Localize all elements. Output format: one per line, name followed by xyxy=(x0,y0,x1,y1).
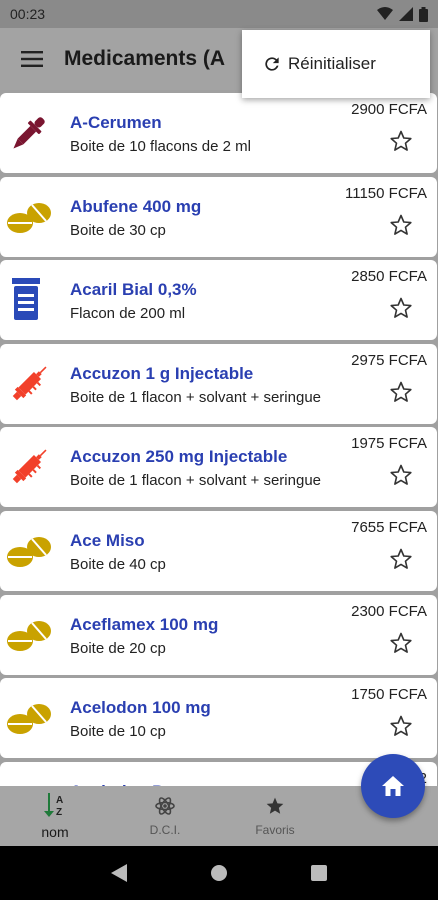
reset-menu-item[interactable]: Réinitialiser xyxy=(242,30,430,98)
hamburger-icon xyxy=(21,51,43,67)
item-price: 2300 FCFA xyxy=(351,602,427,620)
molecule-icon xyxy=(155,796,175,821)
svg-text:Z: Z xyxy=(56,807,62,817)
item-description: Flacon de 200 ml xyxy=(70,305,186,323)
status-icons xyxy=(377,6,428,22)
medication-list[interactable]: A-Cerumen Boite de 10 flacons de 2 ml 2900… xyxy=(0,90,438,786)
syringe-icon xyxy=(6,362,52,406)
list-item[interactable]: Ace Miso Boite de 40 cp 7655 FCFA xyxy=(0,511,437,591)
syringe-icon xyxy=(6,445,52,489)
home-button-icon[interactable] xyxy=(210,864,228,882)
pills-icon xyxy=(6,195,52,239)
item-description: Boite de 10 flacons de 2 ml xyxy=(70,138,251,155)
item-price: 1750 FCFA xyxy=(351,686,427,704)
system-nav-bar xyxy=(0,846,438,900)
list-item[interactable]: Aceflamex 100 mg Boite de 20 cp 2300 FCFA xyxy=(0,594,437,675)
status-time: 00:23 xyxy=(10,6,46,22)
list-item[interactable]: Acaril Bial 0,3% Flacon de 200 ml 2850 FCF… xyxy=(0,260,437,341)
sort-az-icon: AZ xyxy=(42,792,68,822)
favorite-star-icon[interactable] xyxy=(389,631,413,655)
item-description: Boite de 10 cp xyxy=(70,723,166,741)
item-price: 2900 FCFA xyxy=(351,101,427,118)
item-name: Ace Miso xyxy=(70,531,145,550)
pills-icon xyxy=(6,613,52,657)
favorite-star-icon[interactable] xyxy=(389,129,413,153)
item-name: Accuzon 250 mg Injectable xyxy=(70,447,288,467)
pills-icon xyxy=(6,529,52,573)
wifi-icon xyxy=(377,7,393,20)
item-description: Boite de 1 flacon + solvant + seringue xyxy=(70,388,322,406)
list-item[interactable]: Acelodon 100 mg Boite de 10 cp 1750 FCFA xyxy=(0,678,437,759)
favorite-star-icon[interactable] xyxy=(389,463,413,487)
item-price: 11150 FCFA xyxy=(345,184,427,202)
star-icon xyxy=(265,796,285,821)
item-name: Aceflamex 100 mg xyxy=(70,614,219,634)
recents-icon[interactable] xyxy=(310,865,327,881)
favorite-star-icon[interactable] xyxy=(389,296,413,320)
item-description: Boite de 20 cp xyxy=(70,639,166,657)
item-price: 2850 FCFA xyxy=(351,268,427,286)
nav-tab-favoris[interactable]: Favoris xyxy=(220,786,330,846)
nav-tab-nom[interactable]: A Znom xyxy=(0,786,110,846)
battery-icon xyxy=(419,6,428,22)
item-price: 2975 FCFA xyxy=(351,351,427,369)
list-item[interactable]: A-Cerumen Boite de 10 flacons de 2 ml 2900… xyxy=(0,93,437,173)
favorite-star-icon[interactable] xyxy=(389,213,413,237)
page-title: Medicaments (A xyxy=(64,47,226,70)
item-description: Boite de 40 cp xyxy=(70,556,166,573)
favorite-star-icon[interactable] xyxy=(389,547,413,571)
item-name: Acaril Bial 0,3% xyxy=(70,280,197,300)
reset-label: Réinitialiser xyxy=(288,54,376,73)
nav-tab-dci[interactable]: D.C.I. xyxy=(110,786,220,846)
home-fab-button[interactable] xyxy=(361,754,425,818)
item-name: Acelodon 100 mg xyxy=(70,698,211,718)
dropper-icon xyxy=(6,111,52,155)
back-icon[interactable] xyxy=(111,864,128,882)
item-price: 7655 FCFA xyxy=(351,519,427,536)
item-price: 1975 FCFA xyxy=(351,435,427,453)
svg-text:A: A xyxy=(56,795,63,806)
nav-tab-label: D.C.I. xyxy=(149,822,181,837)
list-item[interactable]: Accuzon 1 g Injectable Boite de 1 flacon … xyxy=(0,343,437,424)
refresh-icon xyxy=(265,57,279,71)
list-item[interactable]: Abufene 400 mg Boite de 30 cp 11150 FCFA xyxy=(0,176,437,257)
signal-icon xyxy=(399,7,413,21)
item-name: A-Cerumen xyxy=(70,113,162,132)
nav-tab-label: nom xyxy=(41,823,69,840)
nav-tab-label: Favoris xyxy=(255,822,295,837)
item-name: Abufene 400 mg xyxy=(70,196,202,216)
bottle-icon xyxy=(6,278,52,322)
item-description: Boite de 1 flacon + solvant + seringue xyxy=(70,472,322,490)
favorite-star-icon[interactable] xyxy=(389,714,413,738)
status-bar: 00:23 xyxy=(0,0,438,28)
home-icon xyxy=(382,776,404,796)
item-name: Accuzon 1 g Injectable xyxy=(70,363,254,383)
menu-button[interactable] xyxy=(0,28,64,90)
pills-icon xyxy=(6,696,52,740)
item-description: Boite de 30 cp xyxy=(70,221,166,239)
list-item[interactable]: Accuzon 250 mg Injectable Boite de 1 flac… xyxy=(0,427,437,508)
favorite-star-icon[interactable] xyxy=(389,380,413,404)
